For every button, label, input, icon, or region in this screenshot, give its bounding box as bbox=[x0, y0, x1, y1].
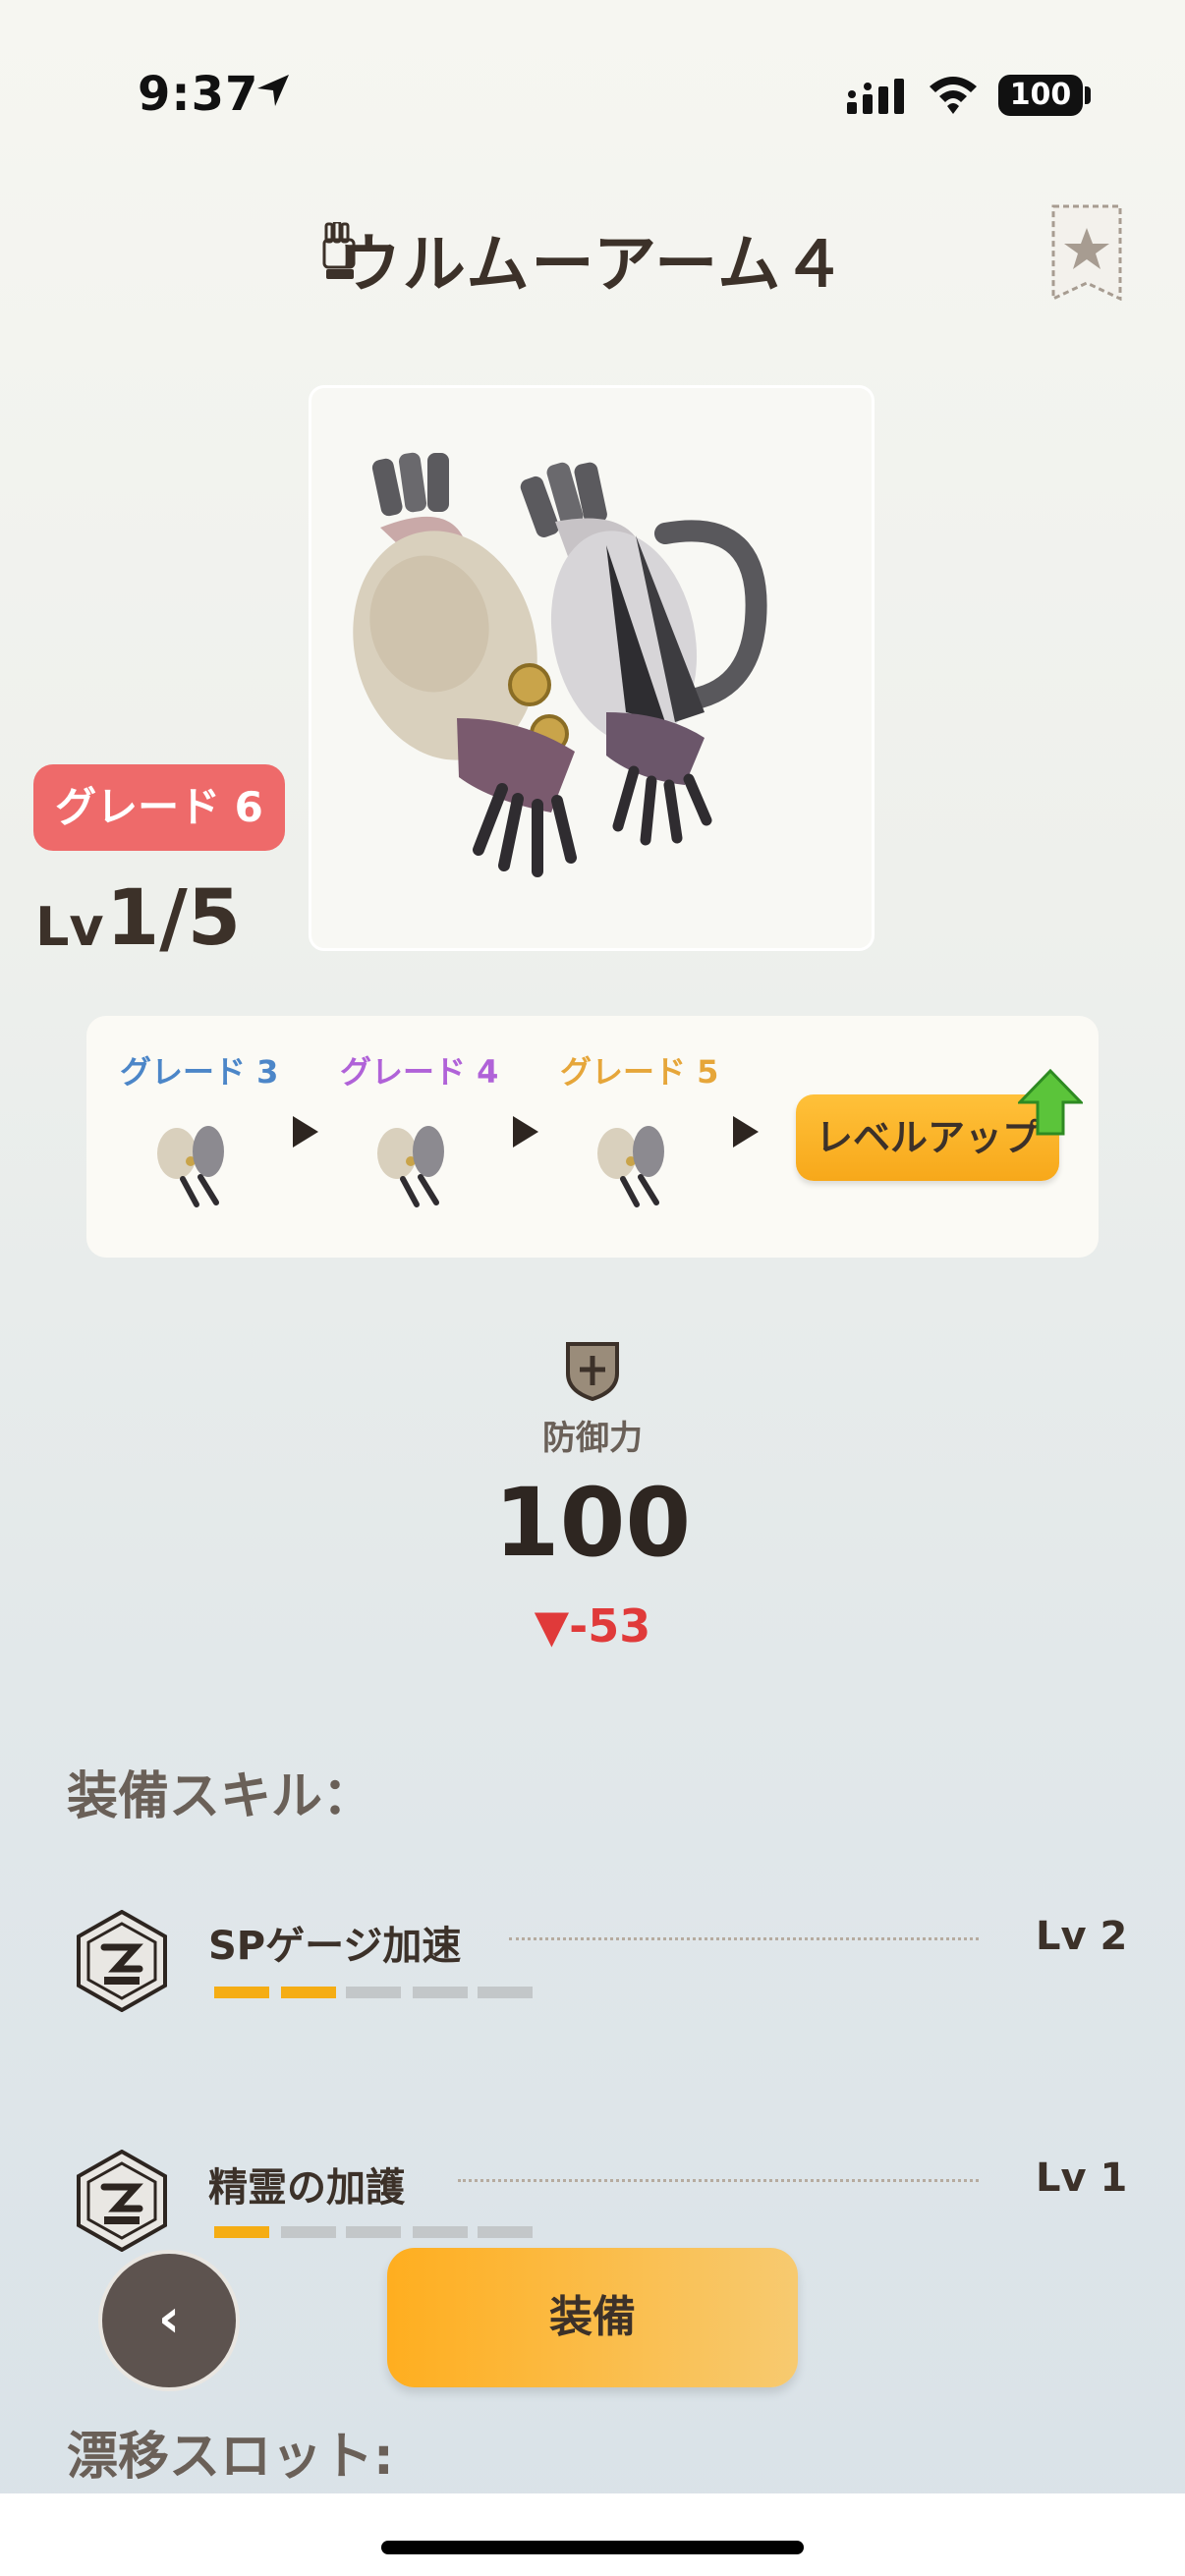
skill-leader-line bbox=[458, 2179, 979, 2182]
page-title: ウルムーアーム４ bbox=[337, 229, 848, 302]
skill-progress-segment bbox=[281, 2226, 336, 2238]
defense-shield-icon bbox=[566, 1342, 619, 1401]
grade-5-thumbnail[interactable] bbox=[584, 1106, 682, 1214]
grade-4-label: グレード 4 bbox=[340, 1053, 499, 1091]
skill-level: Lv 2 bbox=[1036, 1914, 1128, 1959]
back-button[interactable]: ‹ bbox=[98, 2250, 240, 2391]
skill-progress-segment bbox=[478, 2226, 533, 2238]
skills-section-title: 装備スキル： bbox=[67, 1767, 374, 1826]
bottom-bar bbox=[0, 2493, 1185, 2576]
slots-section-title: 漂移スロット: bbox=[67, 2428, 394, 2487]
upgrade-arrow-icon bbox=[1018, 1069, 1083, 1136]
defense-value: 100 bbox=[493, 1468, 692, 1578]
grade-badge: グレード 6 bbox=[33, 764, 285, 851]
skill-name: 精霊の加護 bbox=[208, 2165, 405, 2211]
grade-arrow-2 bbox=[513, 1116, 538, 1148]
item-image-card bbox=[309, 385, 875, 951]
defense-label: 防御力 bbox=[542, 1419, 643, 1458]
defense-difference: ▼-53 bbox=[534, 1599, 651, 1652]
grade-arrow-1 bbox=[293, 1116, 318, 1148]
skill-progress-segment bbox=[413, 1987, 468, 1998]
equip-button[interactable]: 装備 bbox=[387, 2248, 798, 2387]
skill-progress-segment bbox=[346, 1987, 401, 1998]
skill-progress-segment bbox=[413, 2226, 468, 2238]
skill-progress-segment bbox=[214, 2226, 269, 2238]
grade-3-label: グレード 3 bbox=[120, 1053, 279, 1091]
level-value: 1/5 bbox=[106, 874, 242, 963]
skill-progress-segment bbox=[478, 1987, 533, 1998]
grade-3-thumbnail[interactable] bbox=[143, 1106, 242, 1214]
skill-hexagon-icon bbox=[77, 2150, 167, 2252]
skill-leader-line bbox=[509, 1937, 979, 1940]
cellular-signal-icon bbox=[847, 79, 904, 114]
grade-arrow-3 bbox=[733, 1116, 759, 1148]
wifi-icon bbox=[930, 77, 977, 114]
grade-4-thumbnail[interactable] bbox=[364, 1106, 462, 1214]
status-time: 9:37 bbox=[138, 67, 259, 122]
skill-level: Lv 1 bbox=[1036, 2156, 1128, 2201]
skill-progress-segment bbox=[346, 2226, 401, 2238]
battery-tip bbox=[1085, 86, 1091, 104]
home-indicator[interactable] bbox=[381, 2541, 804, 2554]
skill-hexagon-icon bbox=[77, 1910, 167, 2012]
armor-arms-image bbox=[353, 452, 767, 877]
battery-indicator: 100 bbox=[998, 75, 1083, 116]
skill-progress-segment bbox=[214, 1987, 269, 1998]
skill-name: SPゲージ加速 bbox=[208, 1924, 462, 1969]
level-prefix: Lv bbox=[35, 896, 104, 958]
favorite-star-icon[interactable] bbox=[1051, 204, 1122, 301]
grade-5-label: グレード 5 bbox=[560, 1053, 719, 1091]
location-arrow-icon bbox=[257, 75, 289, 106]
skill-progress-segment bbox=[281, 1987, 336, 1998]
